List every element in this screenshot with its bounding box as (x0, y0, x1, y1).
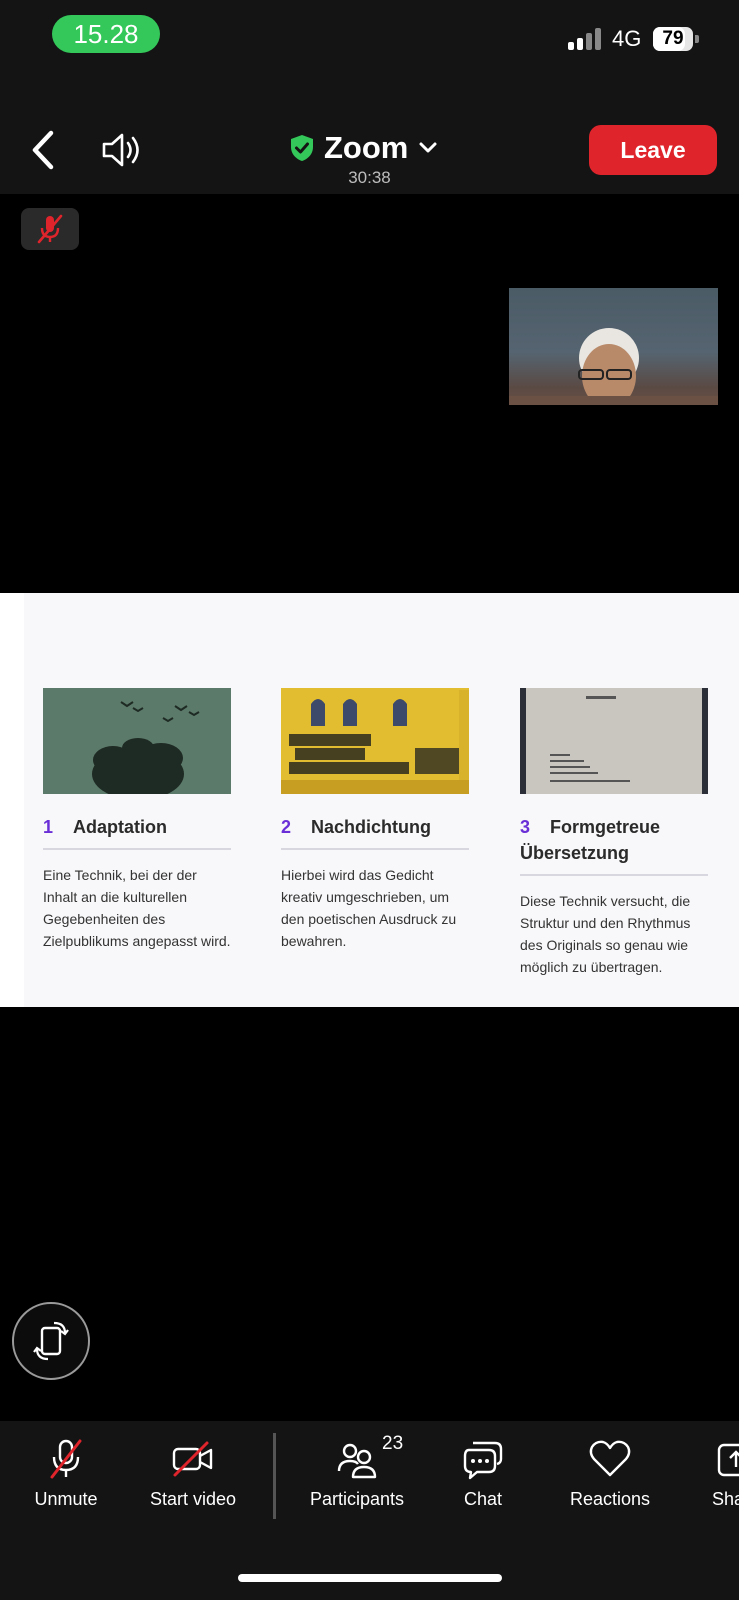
divider (520, 874, 708, 876)
status-bar: 15.28 4G 79 (0, 0, 739, 110)
slide-text: Eine Technik, bei der der Inhalt an die … (43, 867, 231, 949)
graffiti-wall-image (281, 688, 469, 794)
chat-button[interactable]: Chat (444, 1437, 522, 1517)
speaker-icon (102, 133, 139, 167)
mic-muted-icon (50, 1439, 82, 1479)
speaker-button[interactable] (100, 130, 146, 170)
divider (43, 848, 231, 850)
reactions-button[interactable]: Reactions (558, 1437, 662, 1517)
slide-column: 3 Formgetreue Übersetzung Diese Technik v… (520, 688, 708, 978)
trees-and-birds-image (43, 688, 231, 794)
toolbar-divider (273, 1433, 276, 1519)
chevron-down-icon (419, 142, 437, 153)
rotate-icon (33, 1321, 69, 1361)
shield-check-icon (291, 135, 313, 161)
network-type: 4G (612, 26, 642, 51)
slide-text: Hierbei wird das Gedicht kreativ umgesch… (281, 867, 457, 949)
mic-muted-icon (37, 214, 63, 244)
share-button[interactable]: Share (697, 1437, 739, 1517)
heart-icon (589, 1440, 631, 1477)
battery-icon: 79 (653, 27, 699, 51)
divider (281, 848, 469, 850)
participant-video[interactable] (509, 288, 718, 405)
home-indicator[interactable] (238, 1574, 502, 1582)
muted-indicator (21, 208, 79, 250)
battery-percent: 79 (662, 28, 684, 49)
meeting-header: Zoom 30:38 Leave (0, 110, 739, 194)
slide-heading: 2 Nachdichtung (281, 817, 432, 837)
camera-off-icon (172, 1441, 213, 1477)
participant-portrait (509, 328, 718, 405)
back-button[interactable] (24, 128, 64, 172)
chevron-left-icon (32, 130, 54, 170)
participants-icon (337, 1443, 377, 1479)
start-video-button[interactable]: Start video (140, 1437, 246, 1517)
status-time: 15.28 (52, 15, 160, 53)
slide-heading: 3 Formgetreue Übersetzung (520, 817, 661, 863)
signal-icon (568, 28, 604, 50)
participant-count: 23 (382, 1433, 404, 1454)
book-page-image (520, 688, 708, 794)
chat-icon (463, 1441, 503, 1480)
slide-heading: 1 Adaptation (43, 817, 168, 837)
slide-column: 1 Adaptation Eine Technik, bei der der In… (43, 688, 231, 952)
meeting-name: Zoom (324, 130, 409, 165)
meeting-title[interactable]: Zoom (290, 128, 438, 168)
leave-button[interactable]: Leave (589, 125, 717, 175)
rotate-screen-button[interactable] (12, 1302, 90, 1380)
share-icon (717, 1443, 739, 1477)
shared-screen: 1 Adaptation Eine Technik, bei der der In… (0, 593, 739, 1007)
unmute-button[interactable]: Unmute (20, 1437, 112, 1517)
slide-text: Diese Technik versucht, die Struktur und… (520, 893, 691, 975)
slide-column: 2 Nachdichtung Hierbei wird das Gedicht k… (281, 688, 469, 952)
